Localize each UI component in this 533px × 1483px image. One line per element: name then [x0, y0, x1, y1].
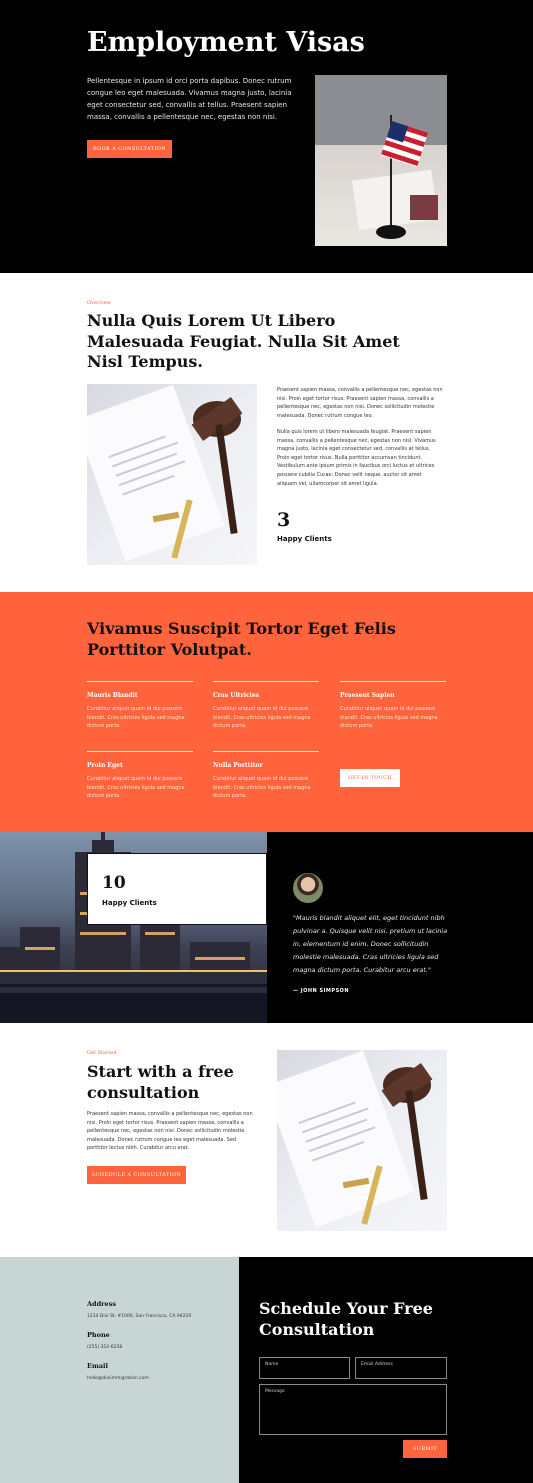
service-title: Praesent Sapien — [340, 692, 395, 699]
divider — [213, 681, 319, 682]
schedule-consultation-button[interactable]: SCHEDULE A CONSULTATION — [87, 1166, 186, 1184]
divider — [213, 751, 319, 752]
testimonial-stat-label: Happy Clients — [102, 899, 157, 907]
address-label: Address — [87, 1300, 117, 1308]
overview-paragraph-2: Nulla quis lorem ut libero malesuada feu… — [277, 429, 436, 487]
gavel-photo — [87, 384, 257, 565]
service-text: Curabitur aliquet quam id dui posuere bl… — [340, 706, 438, 730]
testimonial-section: "Mauris blandit aliquet elit, eget tinci… — [267, 832, 533, 1023]
service-item: Mauris Blandit Curabitur aliquet quam id… — [87, 681, 193, 731]
email-value: hello@diviimmigration.com — [87, 1376, 149, 1381]
gavel-illustration — [87, 384, 243, 562]
services-section: Vivamus Suscipit Tortor Eget Felis Portt… — [0, 592, 533, 832]
overview-title: Nulla Quis Lorem Ut Libero Malesuada Feu… — [87, 311, 400, 371]
avatar — [293, 873, 323, 903]
divider — [340, 681, 446, 682]
message-field[interactable]: Message — [259, 1384, 447, 1435]
service-item: Cras Ultricies Curabitur aliquet quam id… — [213, 681, 319, 731]
flag-photo — [315, 75, 447, 246]
hero-description: Pellentesque in ipsum id orci porta dapi… — [87, 77, 292, 121]
contact-form-section: Schedule Your Free Consultation Name Ema… — [239, 1257, 533, 1483]
hero-title: Employment Visas — [87, 27, 365, 58]
service-text: Curabitur aliquet quam id dui posuere bl… — [213, 776, 311, 800]
service-text: Curabitur aliquet quam id dui posuere bl… — [213, 706, 311, 730]
flag-illustration — [315, 75, 447, 239]
contact-form-title: Schedule Your Free Consultation — [259, 1299, 433, 1339]
service-title: Mauris Blandit — [87, 692, 138, 699]
overview-paragraph-1: Praesent sapien massa, convallis a pelle… — [277, 387, 443, 419]
address-value: 1234 Divi St. #1000, San Francisco, CA 9… — [87, 1314, 192, 1319]
service-item: Praesent Sapien Curabitur aliquet quam i… — [340, 681, 446, 731]
service-item: Proin Eget Curabitur aliquet quam id dui… — [87, 751, 193, 801]
overview-kicker: Overview — [87, 300, 111, 306]
submit-button[interactable]: SUBMIT — [403, 1440, 447, 1458]
divider — [87, 681, 193, 682]
divider — [87, 751, 193, 752]
email-field[interactable]: Email Address — [355, 1357, 447, 1379]
email-label: Email — [87, 1362, 108, 1370]
service-title: Cras Ultricies — [213, 692, 260, 699]
service-text: Curabitur aliquet quam id dui posuere bl… — [87, 706, 185, 730]
gavel-illustration — [277, 1050, 433, 1228]
get-started-kicker: Get Started — [87, 1050, 117, 1056]
testimonial-stat-card: 10 Happy Clients — [87, 853, 267, 925]
phone-label: Phone — [87, 1331, 110, 1339]
service-text: Curabitur aliquet quam id dui posuere bl… — [87, 776, 185, 800]
testimonial-stat-number: 10 — [102, 873, 126, 893]
get-started-title: Start with a free consultation — [87, 1062, 234, 1102]
contact-info-section: Address 1234 Divi St. #1000, San Francis… — [0, 1257, 239, 1483]
service-item: Nulla Porttitor Curabitur aliquet quam i… — [213, 751, 319, 801]
overview-stat-label: Happy Clients — [277, 535, 332, 543]
name-field[interactable]: Name — [259, 1357, 350, 1379]
book-consultation-button[interactable]: BOOK A CONSULTATION — [87, 140, 172, 158]
hero-section: Employment Visas Pellentesque in ipsum i… — [0, 0, 533, 273]
testimonial-author: — JOHN SIMPSON — [293, 988, 350, 994]
phone-value: (255) 352-6258 — [87, 1345, 123, 1350]
gavel-photo — [277, 1050, 447, 1231]
overview-stat-number: 3 — [277, 509, 291, 531]
service-title: Nulla Porttitor — [213, 762, 263, 769]
testimonial-quote: "Mauris blandit aliquet elit, eget tinci… — [293, 914, 448, 974]
service-title: Proin Eget — [87, 762, 123, 769]
get-started-text: Praesent sapien massa, convallis a pelle… — [87, 1111, 253, 1152]
get-in-touch-button[interactable]: GET IN TOUCH — [340, 769, 400, 787]
services-title: Vivamus Suscipit Tortor Eget Felis Portt… — [87, 619, 396, 659]
